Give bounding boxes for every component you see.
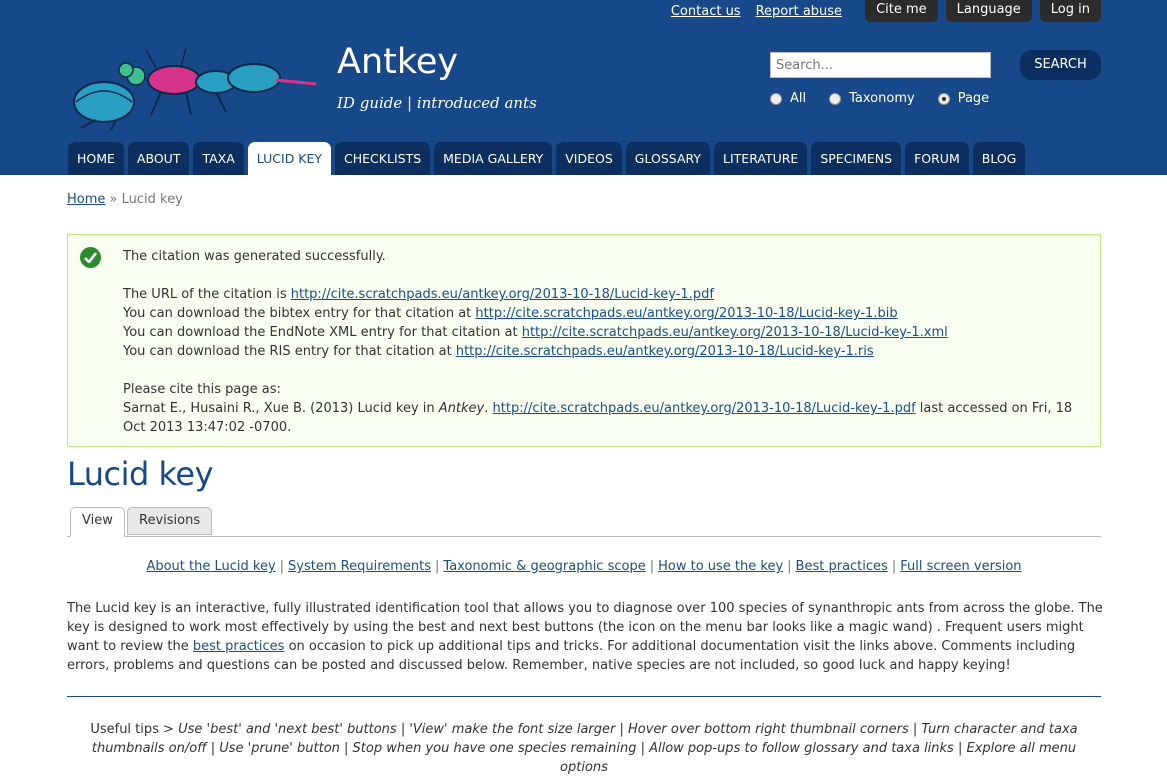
nav-glossary[interactable]: GLOSSARY bbox=[625, 142, 711, 175]
intro-paragraph: The Lucid key is an interactive, fully i… bbox=[67, 601, 1103, 673]
nav-videos[interactable]: VIDEOS bbox=[556, 142, 622, 175]
divider bbox=[67, 696, 1101, 697]
citation-text: Sarnat E., Husaini R., Xue B. (2013) Luc… bbox=[123, 401, 1073, 435]
report-abuse-link[interactable]: Report abuse bbox=[756, 4, 842, 19]
breadcrumb-separator: » bbox=[109, 192, 118, 207]
scope-all[interactable]: All bbox=[770, 91, 806, 106]
tab-revisions[interactable]: Revisions bbox=[127, 507, 213, 535]
nav-home[interactable]: HOME bbox=[68, 142, 124, 175]
link-system-requirements[interactable]: System Requirements bbox=[288, 559, 431, 574]
nav-blog[interactable]: BLOG bbox=[972, 142, 1026, 175]
breadcrumb: Home » Lucid key bbox=[67, 192, 183, 207]
nav-lucid-key[interactable]: LUCID KEY bbox=[247, 142, 332, 175]
nav-literature[interactable]: LITERATURE bbox=[714, 142, 808, 175]
radio-icon[interactable] bbox=[770, 92, 782, 105]
link-taxonomic-scope[interactable]: Taxonomic & geographic scope bbox=[443, 559, 645, 574]
status-message: The citation was generated successfully.… bbox=[67, 234, 1101, 447]
search-scope-options: All Taxonomy Page bbox=[770, 91, 1012, 106]
top-links: Contact us Report abuse Cite me Language… bbox=[671, 0, 1101, 22]
endnote-link[interactable]: http://cite.scratchpads.eu/antkey.org/20… bbox=[522, 325, 948, 340]
login-button[interactable]: Log in bbox=[1039, 0, 1101, 22]
key-links: About the Lucid key | System Requirements |… bbox=[146, 559, 1022, 574]
scope-page[interactable]: Page bbox=[937, 91, 989, 106]
site-name[interactable]: Antkey bbox=[337, 42, 458, 82]
nav-about[interactable]: ABOUT bbox=[127, 142, 190, 175]
search-button[interactable]: SEARCH bbox=[1020, 50, 1101, 80]
bibtex-link[interactable]: http://cite.scratchpads.eu/antkey.org/20… bbox=[475, 306, 897, 321]
ant-logo[interactable] bbox=[66, 40, 321, 130]
site-slogan: ID guide | introduced ants bbox=[337, 94, 537, 112]
link-full-screen[interactable]: Full screen version bbox=[900, 559, 1021, 574]
page-tabs: View Revisions bbox=[67, 506, 1101, 537]
citation-url-link[interactable]: http://cite.scratchpads.eu/antkey.org/20… bbox=[291, 287, 714, 302]
nav-forum[interactable]: FORUM bbox=[905, 142, 969, 175]
link-best-practices[interactable]: Best practices bbox=[796, 559, 888, 574]
check-icon bbox=[80, 247, 101, 268]
nav-specimens[interactable]: SPECIMENS bbox=[811, 142, 902, 175]
language-button[interactable]: Language bbox=[945, 0, 1032, 22]
ris-link[interactable]: http://cite.scratchpads.eu/antkey.org/20… bbox=[456, 344, 874, 359]
nav-checklists[interactable]: CHECKLISTS bbox=[335, 142, 431, 175]
radio-icon[interactable] bbox=[829, 92, 842, 105]
page-title: Lucid key bbox=[67, 455, 214, 493]
cite-as-label: Please cite this page as: bbox=[123, 382, 281, 397]
citation-pdf-link[interactable]: http://cite.scratchpads.eu/antkey.org/20… bbox=[493, 401, 916, 416]
search-input[interactable] bbox=[770, 52, 991, 78]
nav-taxa[interactable]: TAXA bbox=[193, 142, 244, 175]
link-how-to-use[interactable]: How to use the key bbox=[658, 559, 783, 574]
main-nav: HOME ABOUT TAXA LUCID KEY CHECKLISTS MED… bbox=[68, 142, 1029, 175]
best-practices-link[interactable]: best practices bbox=[193, 639, 285, 654]
useful-tips: Useful tips > Use 'best' and 'next best'… bbox=[90, 722, 1078, 775]
contact-link[interactable]: Contact us bbox=[671, 4, 741, 19]
nav-media-gallery[interactable]: MEDIA GALLERY bbox=[434, 142, 553, 175]
tab-view[interactable]: View bbox=[70, 507, 125, 537]
breadcrumb-home[interactable]: Home bbox=[67, 192, 105, 207]
scope-taxonomy[interactable]: Taxonomy bbox=[829, 91, 915, 106]
link-about-lucid-key[interactable]: About the Lucid key bbox=[146, 559, 275, 574]
site-header: Contact us Report abuse Cite me Language… bbox=[0, 0, 1167, 175]
radio-selected-icon[interactable] bbox=[937, 92, 950, 105]
cite-me-button[interactable]: Cite me bbox=[865, 0, 938, 22]
breadcrumb-current: Lucid key bbox=[121, 192, 183, 207]
success-text: The citation was generated successfully. bbox=[123, 249, 386, 264]
